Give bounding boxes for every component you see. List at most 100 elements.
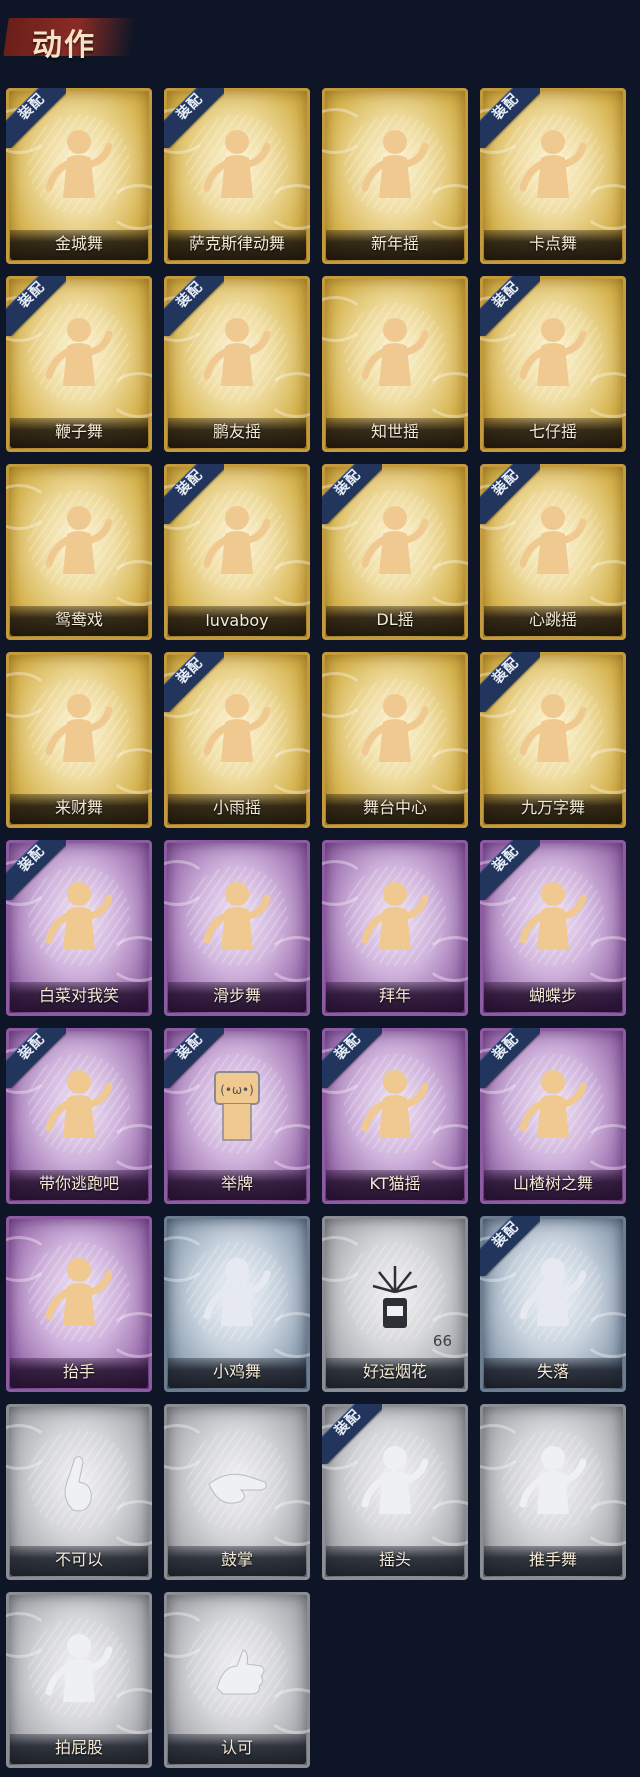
action-name: 知世摇: [370, 422, 419, 441]
action-name: 不可以: [54, 1550, 103, 1569]
action-name: 摇头: [378, 1550, 411, 1569]
equipped-badge: 装配: [480, 840, 540, 900]
action-card[interactable]: 白菜对我笑 装配: [6, 840, 152, 1016]
section-header: 动作: [3, 8, 137, 64]
equipped-badge: 装配: [164, 652, 224, 712]
equipped-badge: 装配: [164, 1028, 224, 1088]
equipped-badge: 装配: [164, 464, 224, 524]
equipped-badge: 装配: [322, 1028, 382, 1088]
action-card[interactable]: 金城舞 装配: [6, 88, 152, 264]
action-card[interactable]: 舞台中心: [322, 652, 468, 828]
action-card[interactable]: 心跳摇 装配: [480, 464, 626, 640]
action-card[interactable]: 卡点舞 装配: [480, 88, 626, 264]
dancer-pose-icon: [6, 688, 152, 784]
action-name: 鸳鸯戏: [54, 610, 103, 629]
action-card[interactable]: 拜年: [322, 840, 468, 1016]
action-name: 好运烟花: [362, 1362, 427, 1381]
action-card[interactable]: 山楂树之舞 装配: [480, 1028, 626, 1204]
action-name: 新年摇: [370, 234, 419, 253]
push-hand-icon: [480, 1440, 626, 1536]
svg-text:(•ω•): (•ω•): [220, 1083, 254, 1097]
action-card[interactable]: 带你逃跑吧 装配: [6, 1028, 152, 1204]
action-card[interactable]: 抬手: [6, 1216, 152, 1392]
action-name: 金城舞: [54, 234, 103, 253]
action-name: 舞台中心: [362, 798, 427, 817]
equipped-badge: 装配: [164, 88, 224, 148]
chicken-dance-icon: [164, 1252, 310, 1348]
action-name: 心跳摇: [528, 610, 577, 629]
action-card[interactable]: 蝴蝶步 装配: [480, 840, 626, 1016]
action-card[interactable]: 鹏友摇 装配: [164, 276, 310, 452]
item-count: 66: [432, 1332, 452, 1350]
dancer-pose-icon: [322, 688, 468, 784]
action-name: 举牌: [220, 1174, 253, 1193]
action-name: 鹏友摇: [212, 422, 261, 441]
action-card[interactable]: DL摇 装配: [322, 464, 468, 640]
action-card[interactable]: 新年摇: [322, 88, 468, 264]
action-card[interactable]: 九万字舞 装配: [480, 652, 626, 828]
action-name: 小鸡舞: [212, 1362, 261, 1381]
action-card[interactable]: 拍屁股: [6, 1592, 152, 1768]
action-card[interactable]: 鸳鸯戏: [6, 464, 152, 640]
dancer-pose-icon: [322, 312, 468, 408]
butt-slap-icon: [6, 1628, 152, 1724]
action-name: 来财舞: [54, 798, 103, 817]
action-card[interactable]: 七仔摇 装配: [480, 276, 626, 452]
action-name: 拜年: [378, 986, 411, 1005]
action-name: 小雨摇: [212, 798, 261, 817]
dancer-pose-icon: [6, 500, 152, 596]
action-name: 白菜对我笑: [38, 986, 119, 1005]
equipped-badge: 装配: [6, 1028, 66, 1088]
action-name: 滑步舞: [212, 986, 261, 1005]
action-card[interactable]: 知世摇: [322, 276, 468, 452]
action-card[interactable]: 萨克斯律动舞 装配: [164, 88, 310, 264]
action-name: 推手舞: [528, 1550, 577, 1569]
equipped-badge: 装配: [322, 464, 382, 524]
equipped-badge: 装配: [6, 840, 66, 900]
action-card[interactable]: 不可以: [6, 1404, 152, 1580]
action-name: 七仔摇: [528, 422, 577, 441]
action-name: 九万字舞: [520, 798, 585, 817]
equipped-badge: 装配: [480, 88, 540, 148]
clap-icon: [164, 1440, 310, 1536]
action-name: 拍屁股: [54, 1738, 103, 1757]
action-card[interactable]: KT猫摇 装配: [322, 1028, 468, 1204]
action-name: DL摇: [376, 610, 414, 629]
equipped-badge: 装配: [480, 464, 540, 524]
action-name: 抬手: [62, 1362, 95, 1381]
dancer-pose-icon: [322, 124, 468, 220]
action-name: 认可: [220, 1738, 253, 1757]
action-name: 卡点舞: [528, 234, 577, 253]
action-name: 鞭子舞: [54, 422, 103, 441]
action-name: KT猫摇: [369, 1174, 421, 1193]
equipped-badge: 装配: [164, 276, 224, 336]
bow-greeting-icon: [322, 876, 468, 972]
action-card[interactable]: 小鸡舞: [164, 1216, 310, 1392]
action-card[interactable]: 小雨摇 装配: [164, 652, 310, 828]
action-name: 萨克斯律动舞: [188, 234, 285, 253]
action-card[interactable]: 失落 装配: [480, 1216, 626, 1392]
action-card[interactable]: (•ω•) 举牌 装配: [164, 1028, 310, 1204]
action-name: 失落: [536, 1362, 569, 1381]
action-name: 山楂树之舞: [512, 1174, 593, 1193]
action-card[interactable]: 摇头 装配: [322, 1404, 468, 1580]
action-card[interactable]: 66 好运烟花: [322, 1216, 468, 1392]
raise-hand-icon: [6, 1252, 152, 1348]
equipped-badge: 装配: [480, 1216, 540, 1276]
action-name: 鼓掌: [220, 1550, 253, 1569]
finger-wag-icon: [6, 1440, 152, 1536]
equipped-badge: 装配: [480, 1028, 540, 1088]
equipped-badge: 装配: [6, 88, 66, 148]
action-card[interactable]: 滑步舞: [164, 840, 310, 1016]
equipped-badge: 装配: [6, 276, 66, 336]
action-card[interactable]: 推手舞: [480, 1404, 626, 1580]
action-card[interactable]: 鞭子舞 装配: [6, 276, 152, 452]
section-title: 动作: [32, 28, 96, 63]
action-card[interactable]: 鼓掌: [164, 1404, 310, 1580]
action-card[interactable]: 认可: [164, 1592, 310, 1768]
action-name: luvaboy: [205, 611, 269, 630]
thumbs-up-icon: [164, 1628, 310, 1724]
action-card[interactable]: luvaboy 装配: [164, 464, 310, 640]
action-card[interactable]: 来财舞: [6, 652, 152, 828]
dancer-pose-icon: [164, 876, 310, 972]
